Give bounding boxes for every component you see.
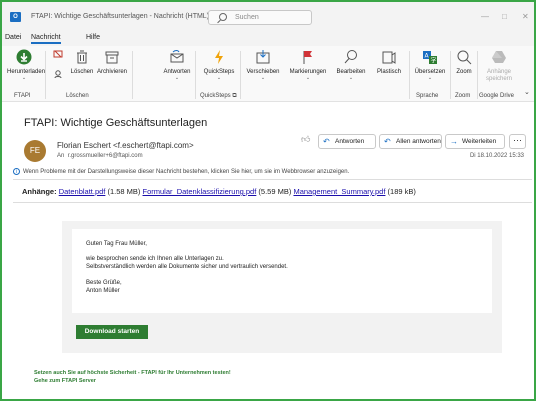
menu-bar: Datei Nachricht Hilfe: [2, 32, 534, 46]
body-line: Selbstverständlich werden alle Dokumente…: [86, 264, 288, 270]
body-line: wie besprochen sende ich Ihnen alle Unte…: [86, 256, 224, 262]
archive-button[interactable]: Archivieren: [96, 49, 128, 75]
save-attachments-button[interactable]: Anhänge speichern: [479, 49, 519, 83]
google-drive-icon: [492, 51, 506, 63]
forward-icon: →: [450, 137, 458, 146]
info-bar[interactable]: i Wenn Probleme mit der Darstellungsweise…: [13, 168, 349, 175]
email-body: Guten Tag Frau Müller, wie besprochen se…: [62, 221, 502, 353]
group-label-loeschen: Löschen: [66, 93, 89, 99]
ignore-button[interactable]: [48, 49, 68, 83]
collapse-ribbon-icon[interactable]: ⌄: [524, 88, 530, 96]
attachment-link[interactable]: Datenblatt.pdf: [59, 187, 106, 196]
email-content: Guten Tag Frau Müller, wie besprochen se…: [72, 229, 492, 313]
reply-icon: ↶: [323, 137, 330, 146]
group-label-ftapi: FTAPI: [14, 93, 31, 99]
quicksteps-button[interactable]: QuickSteps ⌄: [202, 49, 236, 81]
message-date: Di 18.10.2022 15:33: [469, 153, 524, 159]
group-label-google-drive: Google Drive: [479, 93, 515, 99]
recipient: An r.grossmueller+6@ftapi.com: [57, 153, 143, 159]
group-separator: [450, 51, 451, 99]
delete-button[interactable]: Löschen: [68, 49, 96, 75]
forward-button[interactable]: → Weiterleiten: [445, 134, 505, 149]
maximize-button[interactable]: □: [502, 12, 507, 21]
outlook-app-icon: O: [10, 12, 21, 22]
delete-icon: [77, 50, 87, 64]
divider: [13, 179, 532, 180]
svg-text:字: 字: [431, 57, 437, 65]
reply-envelope-icon: [170, 50, 184, 63]
chevron-down-icon: ⌄: [21, 75, 27, 81]
window-title: FTAPI: Wichtige Geschäftsunterlagen - Na…: [31, 13, 210, 20]
attachment-link[interactable]: Formular_Datenklassifizierung.pdf: [143, 187, 257, 196]
chevron-down-icon: ⌄: [348, 75, 354, 81]
sender[interactable]: Florian Eschert <f.eschert@ftapi.com>: [57, 141, 194, 150]
group-label-sprache: Sprache: [416, 93, 439, 99]
chevron-down-icon: ⌄: [305, 75, 311, 81]
search-input[interactable]: Suchen: [208, 10, 312, 25]
group-separator: [132, 51, 133, 99]
divider: [13, 202, 532, 203]
group-label-zoom: Zoom: [455, 93, 471, 99]
ignore-icon: [53, 50, 63, 58]
footer-server-link[interactable]: Gehe zum FTAPI Server: [34, 378, 96, 384]
tags-button[interactable]: Markierungen ⌄: [287, 49, 329, 81]
close-button[interactable]: ✕: [522, 12, 529, 21]
archive-icon: [105, 51, 119, 64]
download-button[interactable]: Herunterladen ⌄: [7, 49, 45, 81]
cleanup-icon: [54, 70, 62, 79]
message-subject: FTAPI: Wichtige Geschäftsunterlagen: [24, 117, 208, 129]
tab-nachricht[interactable]: Nachricht: [31, 34, 61, 44]
attachment-link[interactable]: Management_Summary.pdf: [293, 187, 385, 196]
ribbon: Herunterladen ⌄ Löschen Archivieren Lösc…: [2, 46, 534, 102]
download-icon: [16, 49, 32, 65]
group-separator: [195, 51, 196, 99]
tab-datei[interactable]: Datei: [5, 34, 21, 41]
translate-button[interactable]: A字 Übersetzen ⌄: [412, 49, 448, 81]
chevron-down-icon: ⌄: [260, 75, 266, 81]
lightning-icon: [215, 50, 223, 64]
more-actions-button[interactable]: ···: [509, 134, 526, 149]
title-bar: O FTAPI: Wichtige Geschäftsunterlagen - …: [2, 2, 534, 32]
respond-button[interactable]: Antworten ⌄: [162, 49, 192, 81]
chevron-down-icon: ⌄: [174, 75, 180, 81]
chevron-down-icon: ⌄: [427, 75, 433, 81]
group-separator: [409, 51, 410, 99]
group-label-quicksteps: QuickSteps ⧉: [200, 93, 237, 99]
like-icon[interactable]: 👍︎: [301, 134, 310, 145]
group-separator: [45, 51, 46, 99]
move-button[interactable]: Verschieben ⌄: [243, 49, 283, 81]
download-start-button[interactable]: Download starten: [76, 325, 148, 339]
search-icon: [219, 13, 227, 21]
move-folder-icon: [256, 50, 270, 64]
group-separator: [477, 51, 478, 99]
dialog-launcher-icon[interactable]: ⧉: [232, 93, 236, 99]
outlook-window: O FTAPI: Wichtige Geschäftsunterlagen - …: [0, 0, 536, 401]
info-icon: i: [13, 168, 20, 175]
reply-all-button[interactable]: ↶ Allen antworten: [379, 134, 442, 149]
attachments-line: Anhänge: Datenblatt.pdf (1.58 MB) Formul…: [22, 187, 416, 196]
tab-hilfe[interactable]: Hilfe: [86, 34, 100, 41]
signature: Anton Müller: [86, 288, 120, 294]
reply-all-icon: ↶: [384, 137, 391, 146]
search-placeholder: Suchen: [235, 14, 259, 21]
zoom-icon: [457, 50, 472, 65]
search-edit-icon: [344, 50, 357, 64]
immersive-reader-button[interactable]: Plastisch: [372, 49, 406, 75]
group-separator: [240, 51, 241, 99]
reply-button[interactable]: ↶ Antworten: [318, 134, 376, 149]
chevron-down-icon: ⌄: [216, 75, 222, 81]
avatar: FE: [24, 140, 46, 162]
greeting: Guten Tag Frau Müller,: [86, 241, 147, 247]
closing: Beste Grüße,: [86, 280, 122, 286]
zoom-button[interactable]: Zoom: [453, 49, 475, 75]
immersive-reader-icon: [382, 51, 396, 64]
minimize-button[interactable]: —: [481, 12, 489, 21]
editing-button[interactable]: Bearbeiten ⌄: [333, 49, 369, 81]
translate-icon: A字: [423, 51, 437, 65]
footer-promo-link[interactable]: Setzen auch Sie auf höchste Sicherheit -…: [34, 370, 231, 376]
flag-icon: [303, 51, 312, 64]
